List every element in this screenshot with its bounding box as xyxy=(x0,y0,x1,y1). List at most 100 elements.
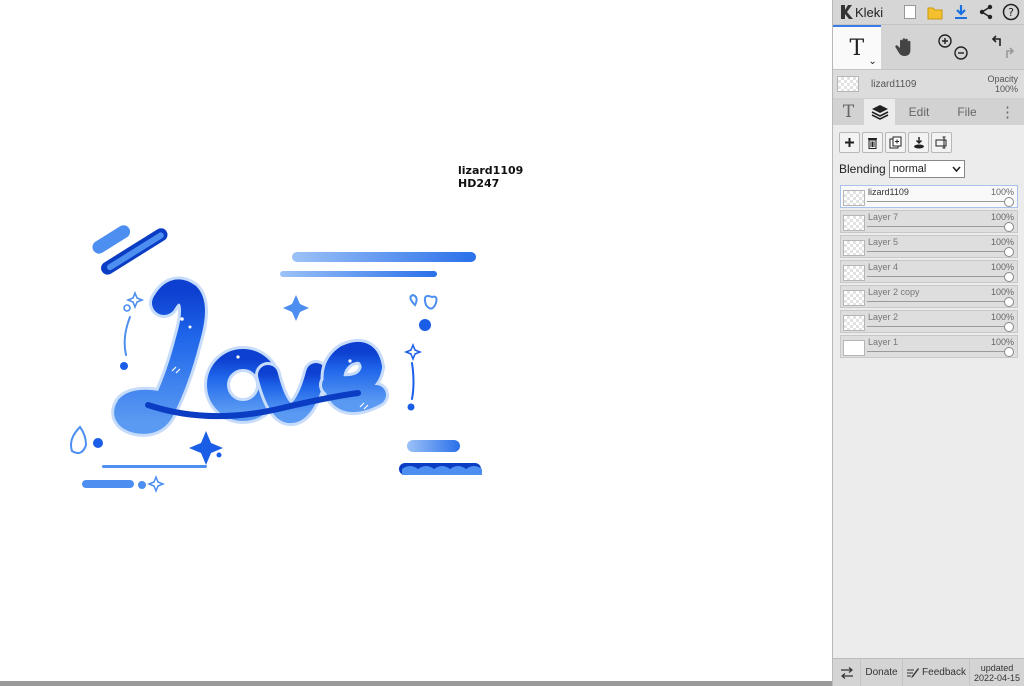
layer-opacity: 100% xyxy=(990,212,1014,222)
layer-opacity-slider[interactable] xyxy=(867,247,1014,257)
layer-name: lizard1109 xyxy=(868,187,909,197)
layer-thumbnail xyxy=(843,340,865,356)
new-image-button[interactable] xyxy=(897,0,922,24)
panel-tabs: T Edit File ⋮ xyxy=(833,99,1024,125)
blending-label: Blending xyxy=(839,162,886,176)
love-artwork xyxy=(70,225,482,494)
layers-list: lizard1109 100% Layer 7 100% Layer 5 100… xyxy=(833,185,1024,358)
export-icon xyxy=(954,5,967,19)
slider-knob[interactable] xyxy=(1004,247,1014,257)
slider-knob[interactable] xyxy=(1004,322,1014,332)
layer-opacity: 100% xyxy=(990,237,1014,247)
slider-knob[interactable] xyxy=(1004,272,1014,282)
layer-row[interactable]: Layer 2 100% xyxy=(840,310,1018,333)
donate-button[interactable]: Donate xyxy=(861,659,903,686)
layer-row[interactable]: Layer 7 100% xyxy=(840,210,1018,233)
blending-value: normal xyxy=(892,163,927,175)
rename-icon xyxy=(935,136,946,149)
help-button[interactable]: ? xyxy=(999,0,1024,24)
undo-redo-icon xyxy=(991,35,1015,58)
layer-opacity-slider[interactable] xyxy=(867,272,1014,282)
undo-redo-controls[interactable] xyxy=(976,25,1024,69)
share-icon xyxy=(979,4,993,20)
drawing-canvas[interactable]: lizard1109 HD247 xyxy=(0,0,832,686)
tab-more[interactable]: ⋮ xyxy=(991,99,1024,125)
layer-opacity: 100% xyxy=(990,312,1014,322)
updated-label: updated xyxy=(980,662,1014,673)
layer-thumbnail xyxy=(843,215,865,231)
add-layer-button[interactable] xyxy=(839,132,860,153)
layer-row[interactable]: Layer 2 copy 100% xyxy=(840,285,1018,308)
layer-opacity-slider[interactable] xyxy=(867,197,1014,207)
layer-row[interactable]: Layer 5 100% xyxy=(840,235,1018,258)
trash-icon xyxy=(868,138,877,149)
new-image-icon xyxy=(904,5,917,19)
tab-edit[interactable]: Edit xyxy=(895,99,943,125)
rename-layer-button[interactable] xyxy=(931,132,952,153)
merge-down-button[interactable] xyxy=(908,132,929,153)
app-logo[interactable]: Kleki xyxy=(833,0,897,24)
layer-opacity: 100% xyxy=(990,262,1014,272)
changelog-button[interactable]: updated 2022-04-15 xyxy=(970,659,1024,686)
layer-thumbnail xyxy=(843,315,865,331)
help-icon: ? xyxy=(1003,3,1020,21)
hand-icon xyxy=(894,38,911,56)
zoom-in-out-icon xyxy=(938,34,969,60)
layer-row[interactable]: Layer 4 100% xyxy=(840,260,1018,283)
tab-layers[interactable] xyxy=(864,99,895,125)
logo-icon xyxy=(841,5,853,19)
tab-brush[interactable]: T xyxy=(833,99,864,125)
save-icon xyxy=(927,7,943,20)
layer-opacity-slider[interactable] xyxy=(867,222,1014,232)
slider-knob[interactable] xyxy=(1004,222,1014,232)
tool-row: T ⌄ xyxy=(833,25,1024,70)
layer-name: Layer 7 xyxy=(868,212,899,222)
duplicate-icon xyxy=(889,136,902,149)
tool-caret-icon[interactable]: ⌄ xyxy=(868,56,876,67)
layer-thumbnail xyxy=(843,290,865,306)
text-tool[interactable]: T ⌄ xyxy=(833,25,881,69)
feedback-button[interactable]: Feedback xyxy=(903,659,970,686)
updated-date: 2022-04-15 xyxy=(973,672,1021,683)
delete-layer-button[interactable] xyxy=(862,132,883,153)
layer-thumbnail xyxy=(843,240,865,256)
layer-opacity-slider[interactable] xyxy=(867,347,1014,357)
layer-name: Layer 5 xyxy=(868,237,899,247)
hand-tool[interactable] xyxy=(881,25,929,69)
plus-icon xyxy=(845,138,854,147)
layer-opacity: 100% xyxy=(990,187,1014,197)
canvas-text-line-1: lizard1109 xyxy=(458,164,524,177)
layer-thumbnail xyxy=(843,190,865,206)
slider-knob[interactable] xyxy=(1004,197,1014,207)
layer-row[interactable]: lizard1109 100% xyxy=(840,185,1018,208)
layer-row[interactable]: Layer 1 100% xyxy=(840,335,1018,358)
duplicate-layer-button[interactable] xyxy=(885,132,906,153)
current-layer-opacity: Opacity 100% xyxy=(987,74,1018,94)
tool-panel: Kleki ? T ⌄ lizard1109 Opacity 100% T Ed… xyxy=(832,0,1024,686)
current-layer-thumbnail xyxy=(837,76,859,92)
feedback-icon xyxy=(907,667,920,678)
save-button[interactable] xyxy=(923,0,948,24)
slider-knob[interactable] xyxy=(1004,297,1014,307)
share-button[interactable] xyxy=(973,0,998,24)
feedback-label: Feedback xyxy=(922,667,966,678)
blending-select[interactable]: normal xyxy=(888,160,965,178)
blending-row: Blending normal xyxy=(833,153,1024,178)
bottom-bar: Donate Feedback updated 2022-04-15 xyxy=(833,658,1024,686)
swap-side-button[interactable] xyxy=(833,659,861,686)
layers-icon xyxy=(871,105,888,120)
layer-opacity: 100% xyxy=(990,287,1014,297)
canvas-horizontal-scrollbar[interactable] xyxy=(0,681,832,686)
chevron-down-icon xyxy=(952,166,961,172)
tab-brush-label: T xyxy=(842,102,855,122)
export-button[interactable] xyxy=(948,0,973,24)
tab-file[interactable]: File xyxy=(943,99,991,125)
canvas-text-layer: lizard1109 HD247 xyxy=(458,164,523,190)
merge-down-icon xyxy=(913,137,924,149)
canvas-text-line-2: HD247 xyxy=(458,177,500,190)
zoom-controls[interactable] xyxy=(929,25,977,69)
slider-knob[interactable] xyxy=(1004,347,1014,357)
layer-opacity-slider[interactable] xyxy=(867,297,1014,307)
opacity-value: 100% xyxy=(994,84,1018,94)
layer-opacity-slider[interactable] xyxy=(867,322,1014,332)
